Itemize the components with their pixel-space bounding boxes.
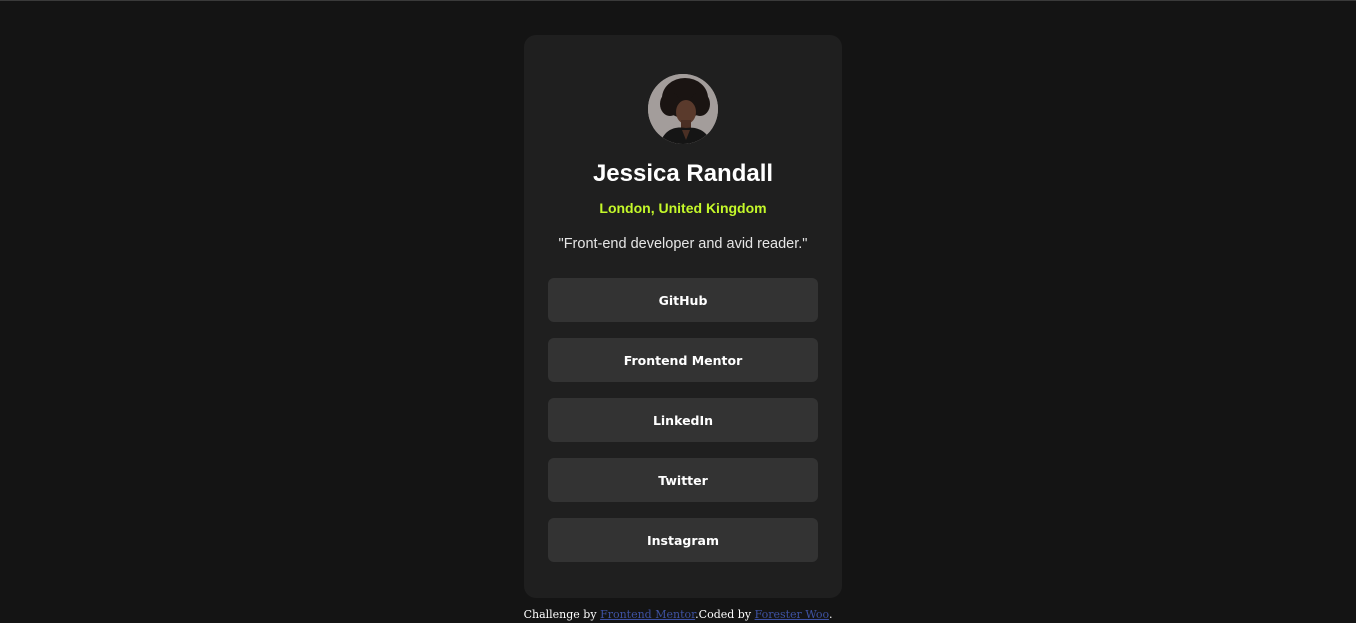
profile-name: Jessica Randall (592, 160, 774, 187)
footer-prefix: Challenge by (523, 608, 601, 621)
list-item: GitHub (548, 278, 818, 322)
instagram-link-button[interactable]: Instagram (548, 518, 818, 562)
profile-card: Jessica Randall London, United Kingdom "… (524, 35, 842, 598)
profile-location: London, United Kingdom (599, 200, 767, 216)
linkedin-link-button[interactable]: LinkedIn (548, 398, 818, 442)
top-divider (0, 0, 1356, 1)
profile-bio: "Front-end developer and avid reader." (558, 236, 808, 252)
avatar (648, 74, 718, 144)
list-item: LinkedIn (548, 398, 818, 442)
frontend-mentor-credit-link[interactable]: Frontend Mentor (600, 608, 695, 621)
frontend-mentor-link-button[interactable]: Frontend Mentor (548, 338, 818, 382)
footer-middle: .Coded by (695, 608, 755, 621)
list-item: Instagram (548, 518, 818, 562)
attribution-footer: Challenge by Frontend Mentor.Coded by Fo… (0, 607, 1356, 623)
avatar-portrait-icon (648, 74, 718, 144)
author-credit-link[interactable]: Forester Woo (755, 608, 829, 621)
twitter-link-button[interactable]: Twitter (548, 458, 818, 502)
list-item: Frontend Mentor (548, 338, 818, 382)
footer-suffix: . (828, 608, 833, 621)
list-item: Twitter (548, 458, 818, 502)
social-links-list: GitHub Frontend Mentor LinkedIn Twitter … (548, 278, 818, 578)
github-link-button[interactable]: GitHub (548, 278, 818, 322)
